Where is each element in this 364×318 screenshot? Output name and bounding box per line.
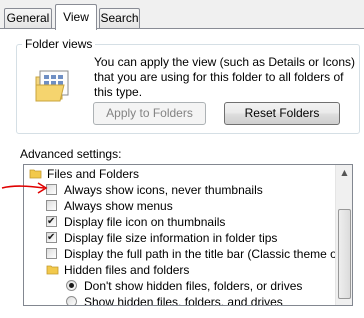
display-full-path-checkbox[interactable]	[46, 248, 57, 259]
scrollbar-thumb[interactable]	[338, 209, 351, 299]
tree-item-label: Hidden files and folders	[64, 263, 190, 277]
scroll-up-icon[interactable]: ▲	[339, 168, 350, 178]
tab-view[interactable]: View	[55, 4, 97, 30]
tree-scrollbar[interactable]: ▲	[335, 165, 352, 305]
setting-label: Display the full path in the title bar (…	[64, 247, 353, 261]
setting-label: Show hidden files, folders, and drives	[84, 295, 283, 306]
reset-folders-button[interactable]: Reset Folders	[224, 102, 340, 125]
folder-view-icon	[35, 70, 69, 102]
folder-views-title: Folder views	[22, 36, 96, 52]
folder-icon	[46, 265, 59, 275]
setting-label: Display file size information in folder …	[64, 231, 278, 245]
red-arrow-annotation	[1, 182, 48, 194]
advanced-settings-tree[interactable]: Files and Folders Always show icons, nev…	[23, 164, 353, 306]
setting-label: Display file icon on thumbnails	[64, 215, 226, 229]
tree-item-label: Files and Folders	[47, 167, 140, 181]
advanced-settings-label: Advanced settings:	[20, 147, 122, 161]
show-hidden-radio[interactable]	[66, 296, 77, 305]
always-show-menus-checkbox[interactable]	[46, 200, 57, 211]
tab-search[interactable]: Search	[99, 8, 140, 28]
view-tab-panel: Folder views You can apply the view (suc…	[0, 28, 364, 318]
setting-label: Always show menus	[64, 199, 173, 213]
display-file-size-checkbox[interactable]	[46, 230, 57, 246]
setting-label: Always show icons, never thumbnails	[64, 183, 263, 197]
tab-strip: General View Search	[0, 0, 364, 30]
setting-label: Don't show hidden files, folders, or dri…	[84, 279, 303, 293]
folder-views-description: You can apply the view (such as Details …	[94, 55, 356, 99]
display-file-icon-checkbox[interactable]	[46, 214, 57, 230]
folder-views-group: Folder views You can apply the view (suc…	[16, 36, 360, 134]
apply-to-folders-button[interactable]: Apply to Folders	[93, 102, 206, 125]
dont-show-hidden-radio[interactable]	[66, 280, 77, 291]
tab-general[interactable]: General	[4, 8, 52, 28]
